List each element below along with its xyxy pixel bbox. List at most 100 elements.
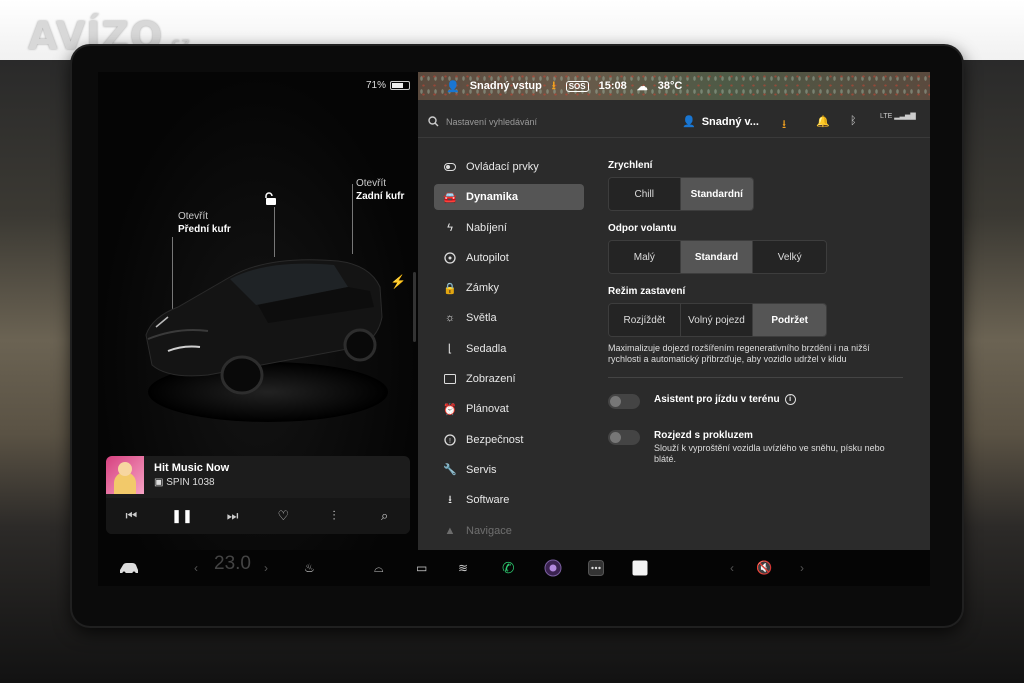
phone-icon[interactable]: ✆ (502, 558, 515, 578)
sos-label: SOS (565, 80, 589, 92)
dynamics-settings: Zrychlení Chill Standardní Odpor volantu… (608, 160, 908, 464)
media-title: Hit Music Now (154, 462, 230, 474)
acceleration-label: Zrychlení (608, 160, 653, 171)
nav-label: Zámky (466, 282, 499, 295)
nav-item-locks[interactable]: 🔒 Zámky (434, 275, 584, 301)
nav-item-autopilot[interactable]: Autopilot (434, 245, 584, 271)
volume-up-icon[interactable]: › (800, 558, 804, 578)
offroad-assist-label: Asistent pro jízdu v terénu i (654, 394, 796, 405)
svg-text:!: ! (449, 438, 451, 445)
nav-label: Nabíjení (466, 221, 507, 234)
shield-icon: ! (444, 434, 456, 446)
heart-icon[interactable]: ♡ (270, 503, 296, 529)
settings-nav: Ovládací prvky 🚘 Dynamika ϟ Nabíjení Aut… (434, 154, 584, 548)
profile-icon: 👤 (446, 80, 460, 93)
user-profile-button[interactable]: 👤 Snadný v... (682, 115, 759, 129)
pause-icon[interactable]: ❚❚ (169, 503, 195, 529)
offroad-assist-toggle[interactable] (608, 394, 640, 409)
mute-icon[interactable]: 🔇 (756, 558, 772, 578)
cabin-temperature: 23.0 (214, 553, 251, 574)
nav-item-service[interactable]: 🔧 Servis (434, 457, 584, 483)
nav-item-controls[interactable]: Ovládací prvky (434, 154, 584, 180)
nav-label: Ovládací prvky (466, 161, 539, 173)
nav-label: Navigace (466, 524, 512, 537)
notes-app-icon[interactable] (632, 558, 648, 578)
nav-item-safety[interactable]: ! Bezpečnost (434, 427, 584, 453)
steering-option-standard[interactable]: Standard (680, 241, 754, 273)
car-visualization-pane: 71% Otevřít Přední kufr Otevřít Zadní ku… (98, 72, 418, 550)
info-icon[interactable]: i (784, 394, 796, 405)
nav-item-dynamics[interactable]: 🚘 Dynamika (434, 184, 584, 211)
battery-icon (390, 81, 411, 90)
next-track-icon[interactable]: ⏭ (220, 503, 246, 529)
windshield-defrost-icon[interactable]: ⌓ (374, 558, 384, 578)
nav-item-lights[interactable]: ☼ Světla (434, 305, 584, 331)
nav-item-navigation[interactable]: ▲ Navigace (434, 518, 584, 544)
camera-icon[interactable] (544, 558, 562, 578)
temp-up-icon[interactable]: › (264, 558, 268, 578)
stopping-option-hold[interactable]: Podržet (753, 304, 826, 336)
steering-option-heavy[interactable]: Velký (753, 241, 826, 273)
seat-heater-icon[interactable]: ♨ (304, 558, 315, 578)
settings-search-input[interactable] (446, 114, 646, 130)
frunk-open-button[interactable]: Otevřít Přední kufr (178, 210, 231, 236)
nav-item-display[interactable]: Zobrazení (434, 366, 584, 392)
battery-percent: 71% (366, 80, 387, 91)
nav-label: Software (466, 494, 510, 507)
car-icon[interactable] (118, 558, 140, 578)
trunk-open-button[interactable]: Otevřít Zadní kufr (356, 177, 404, 203)
charge-port-bolt-icon[interactable]: ⚡ (390, 274, 406, 290)
slip-start-toggle[interactable] (608, 430, 640, 445)
unlock-icon[interactable] (264, 192, 278, 211)
search-icon (428, 116, 439, 127)
clock-icon: ⏰ (443, 403, 457, 416)
steering-option-light[interactable]: Malý (609, 241, 681, 273)
nav-item-software[interactable]: ⭳ Software (434, 487, 584, 513)
nav-item-charging[interactable]: ϟ Nabíjení (434, 215, 584, 241)
frunk-action: Otevřít (178, 211, 209, 222)
acceleration-selector: Chill Standardní (608, 177, 754, 211)
nav-item-schedule[interactable]: ⏰ Plánovat (434, 396, 584, 422)
status-time: 15:08 (598, 80, 627, 92)
search-icon[interactable]: ⌕ (372, 503, 398, 529)
trunk-action: Otevřít (356, 178, 387, 189)
lock-icon: 🔒 (443, 282, 457, 295)
seat-icon: ⌊ (447, 343, 453, 356)
radio-icon: ▣ (154, 477, 167, 488)
software-update-icon[interactable]: ⭳ (782, 115, 786, 136)
nav-label: Dynamika (466, 191, 518, 204)
more-apps-icon[interactable] (588, 558, 604, 578)
nav-label: Servis (466, 463, 497, 476)
status-profile: Snadný vstup (469, 80, 542, 92)
nav-item-seats[interactable]: ⌊ Sedadla (434, 336, 584, 362)
fan-icon[interactable]: ≋ (458, 558, 468, 578)
equalizer-icon[interactable]: ⫶ (321, 503, 347, 529)
nav-label: Světla (466, 312, 497, 325)
nav-label: Plánovat (466, 403, 509, 416)
acceleration-option-chill[interactable]: Chill (609, 178, 681, 210)
download-icon: ⭳ (551, 79, 556, 92)
model-y-car-image (145, 259, 383, 395)
bell-icon[interactable]: 🔔 (816, 115, 830, 128)
acceleration-option-standard[interactable]: Standardní (680, 178, 753, 210)
pane-resize-handle[interactable] (413, 272, 416, 342)
slip-start-row: Rozjezd s prokluzem Slouží k vyproštění … (608, 428, 908, 464)
slip-start-label: Rozjezd s prokluzem (654, 430, 753, 441)
car-icon: 🚘 (443, 191, 457, 204)
stopping-option-roll[interactable]: Volný pojezd (680, 304, 754, 336)
bluetooth-icon[interactable]: ᛒ (850, 115, 857, 127)
sun-icon: ☼ (444, 312, 456, 325)
settings-header: 👤 Snadný v... ⭳ 🔔 ᛒ LTE ▂▃▅▇ (418, 104, 930, 138)
volume-down-icon[interactable]: ‹ (730, 558, 734, 578)
nav-label: Sedadla (466, 342, 507, 355)
navigation-icon: ▲ (444, 524, 456, 537)
status-temperature: 38°C (657, 80, 683, 92)
stopping-option-creep[interactable]: Rozjíždět (609, 304, 681, 336)
rear-defrost-icon[interactable]: ▭ (416, 558, 427, 578)
steering-label: Odpor volantu (608, 223, 677, 234)
temp-down-icon[interactable]: ‹ (194, 558, 198, 578)
album-art[interactable] (106, 456, 144, 494)
nav-label: Bezpečnost (466, 433, 524, 446)
stopping-mode-selector: Rozjíždět Volný pojezd Podržet (608, 303, 827, 337)
previous-track-icon[interactable]: ⏮ (118, 503, 144, 529)
